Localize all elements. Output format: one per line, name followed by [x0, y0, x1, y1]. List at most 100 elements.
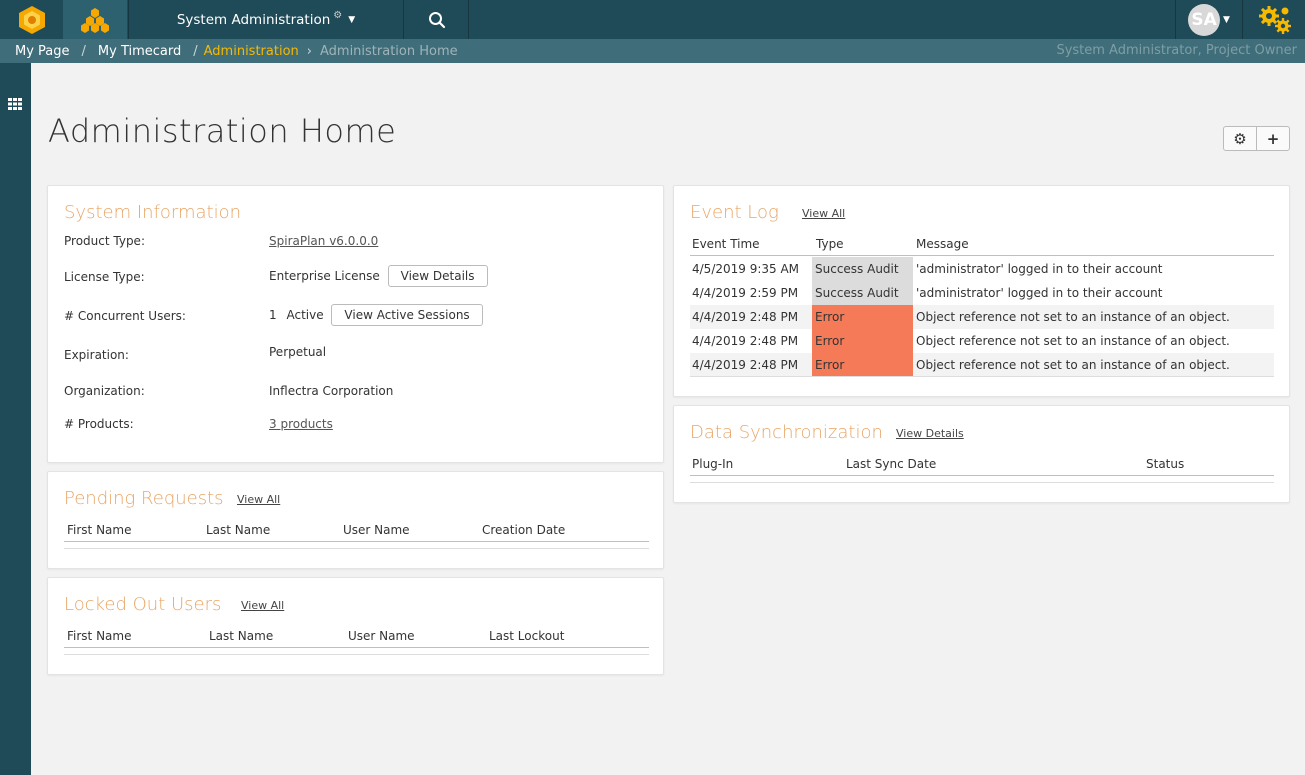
table-row[interactable]: 4/4/2019 2:48 PM Error Object reference … [690, 305, 1274, 329]
column-header[interactable]: Type [816, 237, 844, 251]
system-administration-menu[interactable]: System Administration ⚙ ▼ [128, 0, 404, 39]
table-footer [64, 648, 649, 655]
user-role: System Administrator, Project Owner [1056, 43, 1297, 58]
settings-button[interactable]: ⚙ [1224, 127, 1256, 150]
breadcrumb-separator: / [81, 43, 86, 59]
license-type-value: Enterprise License [269, 269, 380, 283]
event-type: Error [812, 305, 913, 329]
event-message: Object reference not set to an instance … [916, 334, 1230, 348]
user-menu[interactable]: SA ▼ [1175, 0, 1243, 39]
column-header[interactable]: User Name [343, 523, 410, 537]
view-all-link[interactable]: View All [237, 493, 280, 506]
event-type: Error [812, 329, 913, 353]
view-active-sessions-button[interactable]: View Active Sessions [331, 304, 483, 326]
add-button[interactable]: + [1256, 127, 1289, 150]
data-synchronization-panel: Data Synchronization View Details Plug-I… [673, 405, 1290, 503]
product-type-label: Product Type: [64, 234, 145, 248]
menu-title: System Administration [176, 11, 331, 28]
gears-icon [1258, 5, 1291, 34]
page-title: Administration Home [48, 112, 397, 150]
column-header[interactable]: Event Time [692, 237, 760, 251]
table-footer [64, 542, 649, 549]
app-logo[interactable] [0, 0, 63, 39]
column-header[interactable]: Message [916, 237, 969, 251]
event-time: 4/4/2019 2:48 PM [692, 334, 799, 348]
table-row[interactable]: 4/4/2019 2:59 PM Success Audit 'administ… [690, 281, 1274, 305]
page-tools: ⚙ + [1223, 126, 1290, 151]
organization-value: Inflectra Corporation [269, 384, 394, 398]
products-link[interactable]: 3 products [269, 417, 333, 431]
table-row[interactable]: 4/4/2019 2:48 PM Error Object reference … [690, 329, 1274, 353]
event-message: 'administrator' logged in to their accou… [916, 286, 1163, 300]
left-sidebar [0, 63, 31, 775]
event-time: 4/5/2019 9:35 AM [692, 262, 800, 276]
concurrent-users-label: # Concurrent Users: [64, 309, 186, 323]
column-header[interactable]: First Name [67, 629, 131, 643]
license-type-label: License Type: [64, 270, 145, 284]
expiration-label: Expiration: [64, 348, 129, 362]
concurrent-users-value: 1 [269, 308, 277, 322]
event-time: 4/4/2019 2:48 PM [692, 310, 799, 324]
column-header[interactable]: First Name [67, 523, 131, 537]
event-message: Object reference not set to an instance … [916, 310, 1230, 324]
organization-label: Organization: [64, 384, 145, 398]
search-icon [428, 11, 445, 28]
table-header: Event Time Type Message [690, 235, 1274, 256]
top-navigation-bar: System Administration ⚙ ▼ SA ▼ [0, 0, 1305, 39]
table-footer [690, 476, 1274, 483]
column-header[interactable]: Last Lockout [489, 629, 564, 643]
event-type: Success Audit [812, 281, 913, 305]
view-all-link[interactable]: View All [241, 599, 284, 612]
administration-gears-button[interactable] [1244, 0, 1305, 39]
table-header: First Name Last Name User Name Last Lock… [64, 627, 649, 648]
column-header[interactable]: Last Name [209, 629, 273, 643]
chevron-down-icon: ▼ [348, 14, 356, 25]
breadcrumb-current: Administration Home [319, 43, 458, 59]
column-header[interactable]: Creation Date [482, 523, 565, 537]
chevron-right-icon: › [306, 43, 312, 59]
column-header[interactable]: User Name [348, 629, 415, 643]
product-type-link[interactable]: SpiraPlan v6.0.0.0 [269, 234, 378, 248]
table-header: First Name Last Name User Name Creation … [64, 521, 649, 542]
view-details-link[interactable]: View Details [896, 427, 964, 440]
panel-title: Locked Out Users [64, 594, 222, 615]
chevron-down-icon: ▼ [1223, 14, 1230, 25]
table-header: Plug-In Last Sync Date Status [690, 455, 1274, 476]
column-header[interactable]: Last Name [206, 523, 270, 537]
column-header[interactable]: Status [1146, 457, 1184, 471]
products-label: # Products: [64, 417, 134, 431]
panel-title: Event Log [690, 202, 779, 223]
plus-icon: + [1266, 129, 1280, 148]
event-log-panel: Event Log View All Event Time Type Messa… [673, 185, 1290, 397]
panel-title: System Information [64, 202, 242, 223]
event-time: 4/4/2019 2:59 PM [692, 286, 799, 300]
column-header[interactable]: Last Sync Date [846, 457, 936, 471]
spira-logo-icon [18, 5, 45, 34]
avatar: SA [1188, 3, 1221, 36]
breadcrumb-my-page[interactable]: My Page [15, 44, 70, 59]
column-header[interactable]: Plug-In [692, 457, 733, 471]
breadcrumb: My Page / My Timecard / Administration ›… [0, 39, 1305, 63]
table-row[interactable]: 4/5/2019 9:35 AM Success Audit 'administ… [690, 257, 1274, 281]
panel-title: Pending Requests [64, 488, 224, 509]
event-type: Success Audit [812, 257, 913, 281]
active-label: Active [286, 308, 324, 322]
breadcrumb-administration[interactable]: Administration [204, 44, 299, 59]
event-message: 'administrator' logged in to their accou… [916, 262, 1163, 276]
system-information-panel: System Information Product Type: SpiraPl… [47, 185, 664, 463]
pending-requests-panel: Pending Requests View All First Name Las… [47, 471, 664, 569]
gear-icon: ⚙ [333, 10, 343, 21]
table-footer [690, 370, 1274, 377]
grid-menu-icon[interactable] [8, 98, 22, 110]
locked-out-users-panel: Locked Out Users View All First Name Las… [47, 577, 664, 675]
breadcrumb-my-timecard[interactable]: My Timecard [98, 44, 181, 59]
view-all-link[interactable]: View All [802, 207, 845, 220]
search-button[interactable] [405, 0, 469, 39]
expiration-value: Perpetual [269, 345, 327, 359]
gear-icon: ⚙ [1233, 129, 1247, 148]
breadcrumb-separator: / [193, 43, 198, 59]
panel-title: Data Synchronization [690, 422, 883, 443]
view-details-button[interactable]: View Details [387, 265, 488, 287]
home-button[interactable] [63, 0, 127, 39]
honeycomb-icon [81, 7, 109, 33]
